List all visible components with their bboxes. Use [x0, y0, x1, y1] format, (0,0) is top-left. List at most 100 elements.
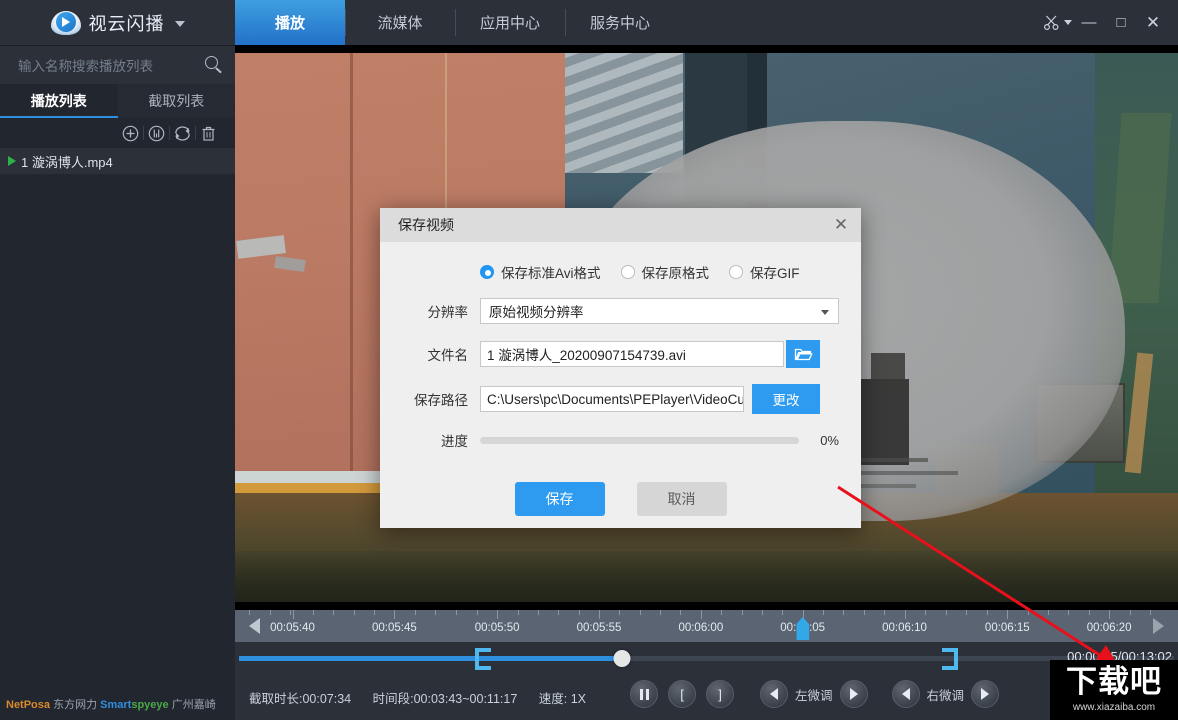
format-radio-group: 保存标准Avi格式 保存原格式 保存GIF — [402, 262, 839, 282]
dialog-body: 保存标准Avi格式 保存原格式 保存GIF 分辨率 原始视频分辨率 — [380, 242, 861, 516]
window-controls: — □ ✕ — [1036, 0, 1178, 45]
tab-app-center[interactable]: 应用中心 — [455, 0, 565, 45]
control-bar: 截取时长:00:07:34 时间段:00:03:43~00:11:17 速度: … — [235, 674, 1178, 720]
maximize-icon[interactable]: □ — [1106, 8, 1136, 38]
left-nudge-fwd-button[interactable] — [840, 680, 868, 708]
mark-in-button[interactable]: [ — [668, 680, 696, 708]
minimize-icon[interactable]: — — [1074, 8, 1104, 38]
ruler-tick-minor — [680, 610, 681, 615]
radio-avi[interactable]: 保存标准Avi格式 — [480, 262, 601, 282]
dialog-actions: 保存 取消 — [402, 482, 839, 516]
left-nudge-back-button[interactable] — [760, 680, 788, 708]
tab-playlist[interactable]: 播放列表 — [0, 84, 118, 118]
ruler-tick-minor — [619, 610, 620, 615]
dialog-title-bar: 保存视频 ✕ — [380, 208, 861, 242]
ruler-tick-minor — [270, 610, 271, 615]
brand-netposa: NetPosa — [6, 699, 50, 711]
brand-area[interactable]: 视云闪播 — [0, 0, 235, 45]
time-ruler[interactable]: 00:05:4000:05:4500:05:5000:05:5500:06:00… — [235, 610, 1178, 642]
play-cloud-logo-icon — [51, 8, 81, 38]
ruler-tick-minor — [884, 610, 885, 615]
ruler-tick-minor — [843, 610, 844, 615]
mark-in-handle[interactable] — [475, 648, 491, 670]
ruler-tick-minor — [742, 610, 743, 615]
right-nudge-fwd-button[interactable] — [971, 680, 999, 708]
cancel-button[interactable]: 取消 — [637, 482, 727, 516]
sort-icon[interactable] — [143, 122, 169, 144]
brand-cn2: 广州嘉崎 — [172, 699, 216, 711]
resolution-value: 原始视频分辨率 — [489, 301, 584, 321]
right-nudge-group: 右微调 — [892, 680, 1000, 708]
chevron-down-icon[interactable] — [175, 21, 185, 27]
resolution-label: 分辨率 — [402, 301, 480, 321]
radio-gif[interactable]: 保存GIF — [729, 262, 800, 282]
chevron-left-icon[interactable] — [249, 618, 260, 634]
triangle-right-icon-2 — [981, 688, 989, 700]
progress-row: 进度 0% — [402, 430, 839, 450]
loop-icon[interactable] — [169, 122, 195, 144]
change-path-button[interactable]: 更改 — [752, 384, 820, 414]
delete-icon[interactable] — [195, 122, 221, 144]
ruler-tick-minor — [1028, 610, 1029, 615]
mark-out-handle[interactable] — [942, 648, 958, 670]
track-zone[interactable]: 00:00:05/00:13:02 — [235, 642, 1178, 674]
play-icon — [8, 156, 16, 166]
radio-avi-label: 保存标准Avi格式 — [501, 262, 601, 282]
sidebar: 输入名称搜索播放列表 播放列表 截取列表 — [0, 45, 235, 720]
footer-brand: NetPosa 东方网力 Smartspyeye 广州嘉崎 — [0, 696, 235, 712]
playhead-marker[interactable] — [796, 617, 809, 640]
ruler-tick-minor — [721, 610, 722, 615]
tab-cliplist[interactable]: 截取列表 — [118, 84, 236, 118]
ruler-tick-minor — [558, 610, 559, 615]
playback-speed: 速度: 1X — [539, 692, 586, 706]
list-item[interactable]: 1 漩涡博人.mp4 — [0, 148, 235, 174]
brand-smart: Smart — [100, 699, 131, 711]
close-icon[interactable]: ✕ — [1138, 8, 1168, 38]
ruler-tick-label: 00:06:20 — [1087, 622, 1132, 634]
ruler-tick-major — [599, 610, 600, 619]
progress-bar — [480, 437, 799, 444]
search-icon[interactable] — [205, 56, 223, 74]
ruler-tick-minor — [354, 610, 355, 615]
search-input[interactable]: 输入名称搜索播放列表 — [18, 55, 205, 75]
ruler-tick-minor — [249, 610, 250, 615]
ruler-tick-minor — [313, 610, 314, 615]
tab-service-center[interactable]: 服务中心 — [565, 0, 675, 45]
ruler-tick-label: 00:05:40 — [270, 622, 315, 634]
add-icon[interactable] — [117, 122, 143, 144]
filename-label: 文件名 — [402, 344, 480, 364]
dialog-close-icon[interactable]: ✕ — [821, 208, 861, 242]
chevron-down-icon-cut[interactable] — [1064, 20, 1072, 25]
track-scrubber-knob[interactable] — [613, 650, 630, 667]
ruler-tick-minor — [966, 610, 967, 615]
triangle-right-icon — [850, 688, 858, 700]
dialog-title: 保存视频 — [398, 215, 454, 235]
ruler-tick-label: 00:05:55 — [577, 622, 622, 634]
transport-controls: [ ] 左微调 右微调 — [630, 680, 999, 708]
ruler-tick-minor — [823, 610, 824, 615]
pause-button[interactable] — [630, 680, 658, 708]
title-bar: 视云闪播 播放 流媒体 应用中心 服务中心 — □ ✕ — [0, 0, 1178, 45]
ruler-tick-label: 00:06:10 — [882, 622, 927, 634]
right-nudge-back-button[interactable] — [892, 680, 920, 708]
chevron-right-icon[interactable] — [1153, 618, 1164, 634]
ruler-tick-minor — [456, 610, 457, 615]
ruler-tick-minor — [1089, 610, 1090, 615]
tab-play[interactable]: 播放 — [235, 0, 345, 45]
search-bar[interactable]: 输入名称搜索播放列表 — [0, 46, 235, 84]
save-button[interactable]: 保存 — [515, 482, 605, 516]
radio-original[interactable]: 保存原格式 — [621, 262, 710, 282]
progress-label: 进度 — [402, 430, 480, 450]
save-video-dialog: 保存视频 ✕ 保存标准Avi格式 保存原格式 保存GIF 分辨率 — [380, 208, 861, 528]
brand-cn1: 东方网力 — [53, 699, 97, 711]
filename-input[interactable]: 1 漩涡博人_20200907154739.avi — [480, 341, 784, 367]
ruler-tick-minor — [1130, 610, 1131, 615]
tab-streaming[interactable]: 流媒体 — [345, 0, 455, 45]
scissors-icon[interactable] — [1036, 8, 1066, 38]
folder-icon[interactable] — [786, 340, 820, 368]
mark-out-button[interactable]: ] — [706, 680, 734, 708]
savepath-input[interactable]: C:\Users\pc\Documents\PEPlayer\VideoCut — [480, 386, 744, 412]
resolution-select[interactable]: 原始视频分辨率 — [480, 298, 839, 324]
brand-spyeye: spyeye — [131, 699, 168, 711]
clip-info: 截取时长:00:07:34 时间段:00:03:43~00:11:17 速度: … — [249, 688, 604, 707]
